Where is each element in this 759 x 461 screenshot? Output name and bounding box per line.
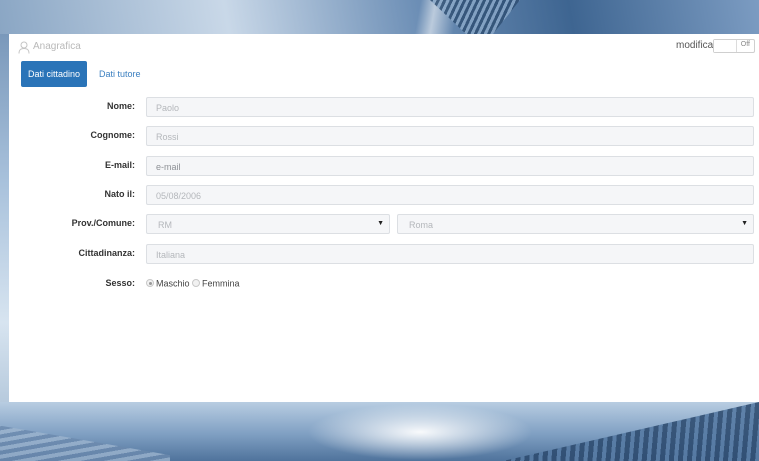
background-sky-bottom bbox=[0, 402, 759, 461]
sesso-radio-group: Maschio Femmina bbox=[146, 278, 240, 289]
toggle-knob bbox=[714, 40, 737, 52]
nome-label: Nome: bbox=[106, 101, 135, 111]
panel-title: Anagrafica bbox=[33, 41, 81, 52]
background-sky-top bbox=[0, 0, 759, 34]
tab-dati-cittadino[interactable]: Dati cittadino bbox=[21, 61, 87, 87]
radio-femmina-label[interactable]: Femmina bbox=[202, 279, 240, 289]
anagrafica-panel: Anagrafica modifica Off Dati cittadino D… bbox=[9, 34, 759, 402]
modifica-label: modifica bbox=[676, 40, 714, 51]
email-input[interactable]: e-mail bbox=[146, 156, 754, 176]
background-building-right bbox=[503, 402, 759, 461]
background-building-left bbox=[0, 425, 170, 461]
row-nato-il: Nato il: 05/08/2006 bbox=[9, 185, 759, 205]
modifica-toggle[interactable]: Off bbox=[713, 39, 755, 53]
comune-value: Roma bbox=[409, 220, 434, 230]
provincia-value: RM bbox=[158, 220, 172, 230]
radio-maschio[interactable] bbox=[146, 279, 154, 288]
row-cognome: Cognome: Rossi bbox=[9, 126, 759, 146]
provincia-select[interactable]: RM ▼ bbox=[146, 214, 390, 234]
prov-comune-label: Prov./Comune: bbox=[71, 218, 135, 228]
caret-down-icon: ▼ bbox=[377, 220, 384, 227]
cognome-label: Cognome: bbox=[90, 130, 136, 140]
radio-femmina[interactable] bbox=[192, 279, 201, 288]
sesso-label: Sesso: bbox=[105, 278, 135, 288]
row-prov-comune: Prov./Comune: RM ▼ Roma ▼ bbox=[9, 214, 759, 234]
cognome-input[interactable]: Rossi bbox=[146, 126, 754, 146]
row-cittadinanza: Cittadinanza: Italiana bbox=[9, 244, 759, 264]
radio-maschio-label[interactable]: Maschio bbox=[156, 279, 190, 289]
cittadinanza-label: Cittadinanza: bbox=[78, 248, 135, 258]
cittadinanza-input[interactable]: Italiana bbox=[146, 244, 754, 264]
comune-select[interactable]: Roma ▼ bbox=[397, 214, 754, 234]
nato-il-label: Nato il: bbox=[104, 189, 136, 199]
row-email: E-mail: e-mail bbox=[9, 156, 759, 176]
row-sesso: Sesso: Maschio Femmina bbox=[9, 274, 759, 294]
caret-down-icon: ▼ bbox=[741, 220, 748, 227]
toggle-state-text: Off bbox=[740, 41, 750, 48]
nato-il-input[interactable]: 05/08/2006 bbox=[146, 185, 754, 205]
nome-input[interactable]: Paolo bbox=[146, 97, 754, 117]
email-label: E-mail: bbox=[104, 160, 135, 170]
row-nome: Nome: Paolo bbox=[9, 97, 759, 117]
user-icon bbox=[18, 41, 30, 54]
panel-header: Anagrafica modifica Off bbox=[9, 34, 759, 60]
background-building bbox=[430, 0, 520, 34]
tab-dati-tutore[interactable]: Dati tutore bbox=[90, 61, 150, 87]
